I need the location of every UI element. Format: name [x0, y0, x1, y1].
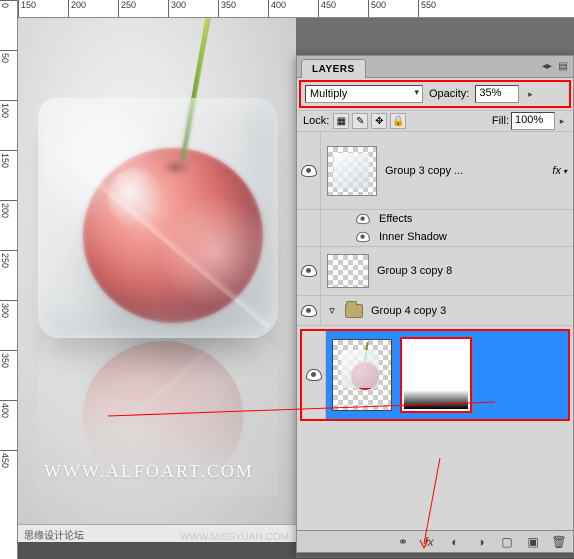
visibility-eye-icon[interactable]	[301, 165, 317, 177]
ruler-tick: 50	[0, 50, 17, 100]
delete-layer-icon[interactable]: 🗑	[551, 534, 567, 550]
ice-cube	[38, 98, 278, 338]
ruler-tick: 300	[168, 0, 218, 17]
layer-mask-thumbnail[interactable]	[402, 339, 470, 411]
ruler-tick: 200	[0, 200, 17, 250]
opacity-flyout-icon[interactable]: ▸	[525, 89, 535, 100]
layer-thumbnail[interactable]	[332, 339, 392, 411]
layer-style-icon[interactable]: fx	[421, 534, 437, 550]
fill-label: Fill:	[492, 115, 509, 127]
layer-name[interactable]: Group 4 copy 3	[371, 305, 446, 317]
panel-collapse-icon[interactable]: ◂▸	[541, 60, 553, 72]
blend-mode-select[interactable]: Multiply	[305, 85, 423, 103]
visibility-eye-icon[interactable]	[356, 232, 370, 242]
ruler-tick: 450	[318, 0, 368, 17]
fill-input[interactable]: 100%	[511, 112, 555, 130]
ruler-tick: 200	[68, 0, 118, 17]
effect-inner-shadow[interactable]: Inner Shadow	[379, 231, 447, 243]
ruler-tick: 400	[0, 400, 17, 450]
opacity-input[interactable]: 35%	[475, 85, 519, 103]
ruler-tick: 500	[368, 0, 418, 17]
lock-pixels-icon[interactable]: ✎	[352, 113, 368, 129]
ruler-tick: 350	[0, 350, 17, 400]
lock-buttons: ▦ ✎ ✥ 🔒	[333, 113, 406, 129]
layer-thumbnail[interactable]	[327, 146, 377, 196]
ruler-tick: 150	[18, 0, 68, 17]
ruler-tick: 100	[0, 100, 17, 150]
tab-layers[interactable]: LAYERS	[301, 59, 366, 78]
ruler-vertical: 0 50 100 150 200 250 300 350 400 450	[0, 0, 18, 559]
ruler-tick: 350	[218, 0, 268, 17]
panel-menu-icon[interactable]: ▤	[557, 60, 569, 72]
lock-label: Lock:	[303, 115, 329, 127]
visibility-eye-icon[interactable]	[306, 369, 322, 381]
document-canvas[interactable]: WWW.ALFOART.COM	[18, 18, 296, 524]
chevron-down-icon[interactable]	[563, 165, 567, 177]
effects-label[interactable]: Effects	[379, 213, 412, 225]
watermark-text: WWW.ALFOART.COM	[44, 461, 254, 482]
new-layer-icon[interactable]: ▣	[525, 534, 541, 550]
ruler-tick: 550	[418, 0, 468, 17]
ruler-tick: 300	[0, 300, 17, 350]
layer-row[interactable]: Group 3 copy ... fx	[297, 132, 573, 210]
ruler-tick: 250	[0, 250, 17, 300]
visibility-eye-icon[interactable]	[301, 305, 317, 317]
ruler-tick: 150	[0, 150, 17, 200]
layer-thumbnail[interactable]	[327, 254, 369, 288]
footer-credit: WWW.MISSYUAN.COM	[180, 532, 289, 543]
opacity-label: Opacity:	[429, 88, 469, 100]
lock-row: Lock: ▦ ✎ ✥ 🔒 Fill: 100% ▸	[297, 110, 573, 132]
doc-bar-text: 思缘设计论坛	[24, 527, 84, 540]
disclosure-triangle-icon[interactable]: ▿	[327, 304, 337, 317]
layer-name[interactable]: Group 3 copy 8	[377, 265, 452, 277]
layer-row[interactable]: Group 3 copy 8	[297, 246, 573, 296]
effects-row: Effects Inner Shadow	[297, 210, 573, 246]
ruler-tick: 250	[118, 0, 168, 17]
layer-fx-badge[interactable]: fx	[552, 165, 567, 177]
lock-position-icon[interactable]: ✥	[371, 113, 387, 129]
layer-list: Group 3 copy ... fx Effects Inner Shadow	[297, 132, 573, 530]
ruler-horizontal: 150 200 250 300 350 400 450 500 550	[18, 0, 574, 18]
panel-tabstrip: LAYERS ◂▸ ▤	[297, 56, 573, 78]
visibility-eye-icon[interactable]	[301, 265, 317, 277]
layers-panel-footer: ⚭ fx ◐ ◑ ▢ ▣ 🗑	[297, 530, 573, 552]
selected-layer-row[interactable]	[300, 329, 570, 421]
visibility-eye-icon[interactable]	[356, 214, 370, 224]
ruler-tick: 400	[268, 0, 318, 17]
artwork: WWW.ALFOART.COM	[18, 18, 296, 524]
layers-panel: LAYERS ◂▸ ▤ Multiply Opacity: 35% ▸ Lock…	[296, 55, 574, 553]
layer-group-row[interactable]: ▿ Group 4 copy 3	[297, 296, 573, 326]
new-group-icon[interactable]: ▢	[499, 534, 515, 550]
ruler-tick: 450	[0, 450, 17, 500]
blend-opacity-row: Multiply Opacity: 35% ▸	[299, 80, 571, 108]
adjustment-layer-icon[interactable]: ◑	[473, 534, 489, 550]
lock-transparency-icon[interactable]: ▦	[333, 113, 349, 129]
link-layers-icon[interactable]: ⚭	[395, 534, 411, 550]
lock-all-icon[interactable]: 🔒	[390, 113, 406, 129]
folder-icon	[345, 304, 363, 318]
fill-flyout-icon[interactable]: ▸	[557, 116, 567, 127]
ruler-tick: 0	[0, 0, 17, 50]
add-mask-icon[interactable]: ◐	[447, 534, 463, 550]
layer-name[interactable]: Group 3 copy ...	[385, 165, 463, 177]
